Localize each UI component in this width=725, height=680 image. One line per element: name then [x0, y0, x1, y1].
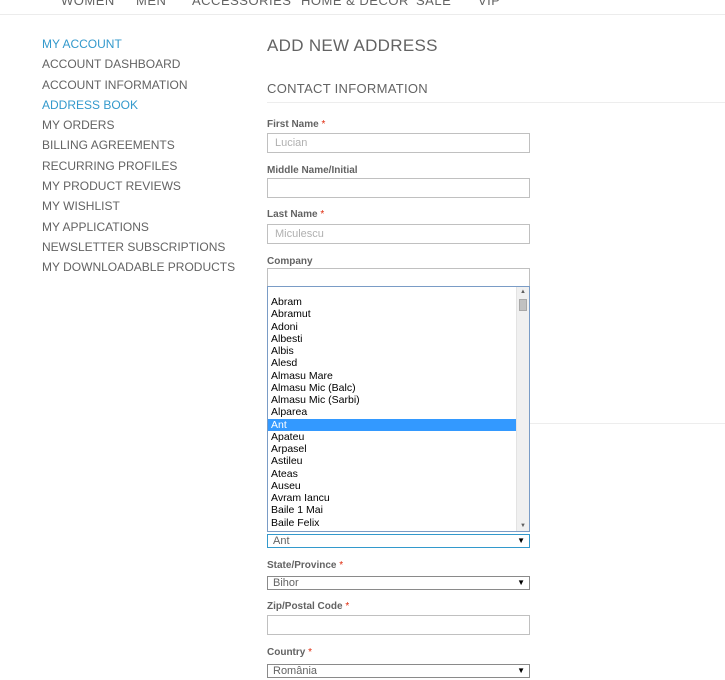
- city-option[interactable]: Astileu: [268, 455, 518, 467]
- required-mark: *: [321, 119, 326, 130]
- country-label: Country *: [267, 647, 312, 658]
- country-select-value: România: [273, 665, 318, 677]
- city-option[interactable]: Almasu Mic (Sarbi): [268, 394, 518, 406]
- city-option[interactable]: Avram Iancu: [268, 492, 518, 504]
- company-label: Company: [267, 256, 313, 267]
- city-option[interactable]: Almasu Mic (Balc): [268, 382, 518, 394]
- city-option[interactable]: Auseu: [268, 480, 518, 492]
- state-select[interactable]: Bihor ▼: [267, 576, 530, 590]
- sidebar-item-account-information[interactable]: ACCOUNT INFORMATION: [42, 77, 242, 97]
- city-option[interactable]: Albis: [268, 345, 518, 357]
- chevron-down-icon: ▼: [517, 666, 525, 675]
- address-form: ADD NEW ADDRESS CONTACT INFORMATION Firs…: [267, 0, 725, 680]
- required-mark: *: [339, 560, 344, 571]
- country-select[interactable]: România ▼: [267, 664, 530, 678]
- sidebar-item-recurring-profiles[interactable]: RECURRING PROFILES: [42, 158, 242, 178]
- city-option[interactable]: Adoni: [268, 321, 518, 333]
- city-option[interactable]: Baile 1 Mai: [268, 504, 518, 516]
- city-select[interactable]: Ant ▼: [267, 534, 530, 548]
- sidebar-item-billing-agreements[interactable]: BILLING AGREEMENTS: [42, 137, 242, 157]
- dropdown-scrollbar[interactable]: ▲ ▼: [516, 287, 529, 531]
- last-name-label-text: Last Name: [267, 209, 318, 220]
- first-name-label-text: First Name: [267, 119, 319, 130]
- middle-name-field[interactable]: [267, 178, 530, 198]
- city-option[interactable]: Alparea: [268, 406, 518, 418]
- chevron-down-icon: ▼: [517, 578, 525, 587]
- city-option[interactable]: Baile Felix: [268, 517, 518, 529]
- last-name-label: Last Name *: [267, 209, 324, 220]
- sidebar-item-address-book[interactable]: ADDRESS BOOK: [42, 97, 242, 117]
- city-option[interactable]: Abramut: [268, 308, 518, 320]
- first-name-label: First Name *: [267, 119, 325, 130]
- section-title-contact: CONTACT INFORMATION: [267, 81, 725, 103]
- middle-name-label: Middle Name/Initial: [267, 165, 358, 176]
- required-mark: *: [345, 601, 350, 612]
- nav-item-men[interactable]: MEN: [136, 0, 166, 8]
- sidebar-item-my-applications[interactable]: MY APPLICATIONS: [42, 219, 242, 239]
- zip-label: Zip/Postal Code *: [267, 601, 349, 612]
- zip-field[interactable]: [267, 615, 530, 635]
- nav-item-women[interactable]: WOMEN: [61, 0, 115, 8]
- sidebar-item-account-dashboard[interactable]: ACCOUNT DASHBOARD: [42, 56, 242, 76]
- state-label: State/Province *: [267, 560, 343, 571]
- chevron-down-icon: ▼: [517, 536, 525, 545]
- city-option[interactable]: Abram: [268, 296, 518, 308]
- city-option[interactable]: Albesti: [268, 333, 518, 345]
- section-divider: [519, 423, 725, 424]
- last-name-field[interactable]: Miculescu: [267, 224, 530, 244]
- zip-label-text: Zip/Postal Code: [267, 601, 343, 612]
- sidebar-item-my-downloadable-products[interactable]: MY DOWNLOADABLE PRODUCTS: [42, 259, 242, 279]
- required-mark: *: [320, 209, 325, 220]
- scroll-up-icon[interactable]: ▲: [517, 287, 529, 297]
- sidebar-item-my-wishlist[interactable]: MY WISHLIST: [42, 198, 242, 218]
- city-option[interactable]: Ateas: [268, 468, 518, 480]
- scrollbar-thumb[interactable]: [519, 299, 527, 311]
- city-options: Abram Abramut Adoni Albesti Albis Alesd …: [268, 296, 518, 529]
- city-option[interactable]: Apateu: [268, 431, 518, 443]
- city-option-selected[interactable]: Ant: [268, 418, 518, 431]
- city-option[interactable]: Almasu Mare: [268, 370, 518, 382]
- first-name-field[interactable]: Lucian: [267, 133, 530, 153]
- city-dropdown-list[interactable]: Abram Abramut Adoni Albesti Albis Alesd …: [267, 286, 530, 532]
- city-option[interactable]: Alesd: [268, 357, 518, 369]
- sidebar-item-my-orders[interactable]: MY ORDERS: [42, 117, 242, 137]
- page-title: ADD NEW ADDRESS: [267, 36, 438, 55]
- sidebar-item-newsletter-subscriptions[interactable]: NEWSLETTER SUBSCRIPTIONS: [42, 239, 242, 259]
- sidebar-item-my-product-reviews[interactable]: MY PRODUCT REVIEWS: [42, 178, 242, 198]
- country-label-text: Country: [267, 647, 306, 658]
- company-field[interactable]: [267, 268, 530, 288]
- required-mark: *: [308, 647, 313, 658]
- city-option[interactable]: Arpasel: [268, 443, 518, 455]
- sidebar-heading: MY ACCOUNT: [42, 37, 122, 51]
- scroll-down-icon[interactable]: ▼: [517, 521, 529, 531]
- city-select-value: Ant: [273, 535, 290, 547]
- account-sidebar: MY ACCOUNT ACCOUNT DASHBOARD ACCOUNT INF…: [42, 36, 242, 280]
- state-select-value: Bihor: [273, 577, 299, 589]
- state-label-text: State/Province: [267, 560, 337, 571]
